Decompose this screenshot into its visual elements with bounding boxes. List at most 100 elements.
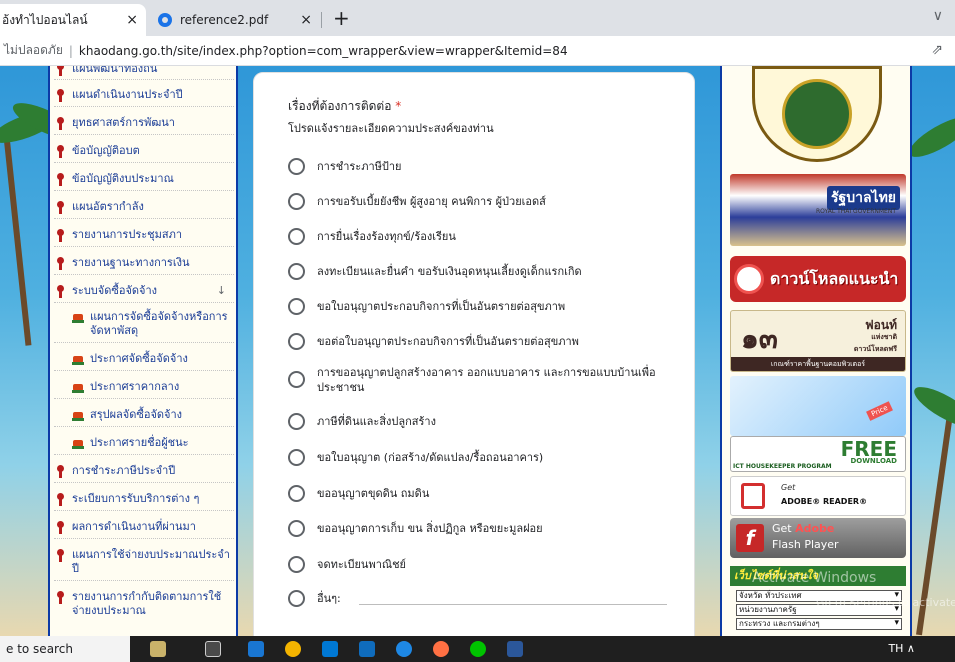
address-bar[interactable]: ไม่ปลอดภัย | khaodang.go.th/site/index.p… bbox=[0, 36, 955, 66]
firefox-icon[interactable] bbox=[433, 641, 449, 657]
menu-item[interactable]: ข้อบัญญัติอบต bbox=[54, 144, 234, 158]
menu-divider bbox=[54, 482, 234, 483]
expand-arrow-icon[interactable]: ↓ bbox=[217, 284, 226, 298]
tab-search-icon[interactable]: ∨ bbox=[933, 8, 943, 24]
font-sub1: แห่งชาติ bbox=[871, 333, 897, 341]
submenu-item[interactable]: ประกาศราคากลาง bbox=[72, 380, 236, 394]
radio-button[interactable] bbox=[288, 193, 305, 210]
menu-item[interactable]: แผนพัฒนาท้องถิ่น bbox=[54, 66, 234, 76]
system-tray[interactable]: TH ∧ bbox=[888, 636, 915, 662]
radio-option[interactable]: การชำระภาษีป้าย bbox=[288, 158, 402, 175]
submenu-item[interactable]: ประกาศจัดซื้อจัดจ้าง bbox=[72, 352, 236, 366]
radio-option[interactable]: ลงทะเบียนและยื่นคำ ขอรับเงินอุดหนุนเลี้ย… bbox=[288, 263, 582, 280]
submenu-item-label: ประกาศราคากลาง bbox=[90, 380, 180, 393]
file-explorer-icon[interactable] bbox=[248, 641, 264, 657]
radio-option[interactable]: ขออนุญาตขุดดิน ถมดิน bbox=[288, 485, 429, 502]
radio-button[interactable] bbox=[288, 485, 305, 502]
radio-option[interactable]: ขอใบอนุญาตประกอบกิจการที่เป็นอันตรายต่อส… bbox=[288, 298, 565, 315]
menu-item[interactable]: การชำระภาษีประจำปี bbox=[54, 464, 234, 478]
store-icon[interactable] bbox=[322, 641, 338, 657]
close-tab-icon[interactable]: × bbox=[300, 12, 312, 28]
tab-active[interactable]: อ้งทำไปออนไลน์ × bbox=[0, 4, 146, 36]
national-font-banner[interactable]: ๑๓ ฟอนท์ แห่งชาติ ดาวน์โหลดฟรี เกณฑ์ราคาพื… bbox=[730, 310, 906, 372]
menu-item[interactable]: แผนอัตรากำลัง bbox=[54, 200, 234, 214]
radio-button[interactable] bbox=[288, 590, 305, 607]
flash-player-banner[interactable]: f Get Adobe Flash Player bbox=[730, 518, 906, 558]
menu-item[interactable]: รายงานการกำกับติดตามการใช้จ่ายงบประมาณ bbox=[54, 590, 234, 618]
menu-divider bbox=[54, 302, 234, 303]
radio-option[interactable]: การยื่นเรื่องร้องทุกข์/ร้องเรียน bbox=[288, 228, 456, 245]
radio-option[interactable]: ขออนุญาตการเก็บ ขน สิ่งปฏิกูล หรือขยะมูล… bbox=[288, 520, 543, 537]
radio-button[interactable] bbox=[288, 263, 305, 280]
security-indicator[interactable]: ไม่ปลอดภัย bbox=[4, 41, 63, 60]
submenu-item[interactable]: แผนการจัดซื้อจัดจ้างหรือการจัดหาพัสดุ bbox=[72, 310, 236, 338]
menu-item-label: แผนการใช้จ่ายงบประมาณประจำปี bbox=[72, 548, 230, 575]
menu-item[interactable]: ผลการดำเนินงานที่ผ่านมา bbox=[54, 520, 234, 534]
radio-button[interactable] bbox=[288, 449, 305, 466]
menu-item[interactable]: รายงานฐานะทางการเงิน bbox=[54, 256, 234, 270]
radio-button[interactable] bbox=[288, 520, 305, 537]
radio-option[interactable]: การขอรับเบี้ยยังชีพ ผู้สูงอายุ คนพิการ ผ… bbox=[288, 193, 546, 210]
menu-item[interactable]: แผนดำเนินงานประจำปี bbox=[54, 88, 234, 102]
radio-option[interactable]: การขออนุญาตปลูกสร้างอาคาร ออกแบบอาคาร แล… bbox=[288, 365, 668, 395]
menu-item-procurement[interactable]: ระบบจัดซื้อจัดจ้าง ↓ bbox=[54, 284, 234, 298]
radio-option[interactable]: ขอต่อใบอนุญาตประกอบกิจการที่เป็นอันตรายต… bbox=[288, 333, 579, 350]
radio-button[interactable] bbox=[288, 556, 305, 573]
submenu-item[interactable]: ประกาศรายชื่อผู้ชนะ bbox=[72, 436, 236, 450]
close-tab-icon[interactable]: × bbox=[126, 12, 138, 28]
line-icon[interactable] bbox=[470, 641, 486, 657]
pin-icon bbox=[54, 549, 66, 562]
radio-option-other[interactable]: อื่นๆ: bbox=[288, 590, 667, 607]
menu-item[interactable]: แผนการใช้จ่ายงบประมาณประจำปี bbox=[54, 548, 234, 576]
font-title: ฟอนท์ แห่งชาติ ดาวน์โหลดฟรี bbox=[854, 319, 897, 355]
pin-icon bbox=[54, 229, 66, 242]
url-text[interactable]: khaodang.go.th/site/index.php?option=com… bbox=[79, 44, 568, 58]
radio-option[interactable]: ภาษีที่ดินและสิ่งปลูกสร้าง bbox=[288, 413, 436, 430]
taskbar-search[interactable]: e to search bbox=[0, 636, 130, 662]
radio-button[interactable] bbox=[288, 333, 305, 350]
computer-price-banner[interactable]: Price bbox=[730, 376, 906, 436]
tab-strip: อ้งทำไปออนไลน์ × reference2.pdf × + ∨ bbox=[0, 0, 955, 36]
menu-divider bbox=[54, 134, 234, 135]
menu-divider bbox=[54, 342, 234, 343]
form-card: เรื่องที่ต้องการติดต่อ * โปรดแจ้งรายละเอ… bbox=[253, 72, 695, 636]
share-icon[interactable]: ⇗ bbox=[931, 42, 943, 58]
thai-government-banner[interactable]: รัฐบาลไทย ROYAL THAI GOVERNMENT bbox=[730, 174, 906, 246]
radio-option[interactable]: ขอใบอนุญาต (ก่อสร้าง/ดัดแปลง/รื้อถอนอาคา… bbox=[288, 449, 544, 466]
palm-trunk bbox=[2, 126, 32, 346]
menu-item-label: การชำระภาษีประจำปี bbox=[72, 464, 176, 477]
menu-item[interactable]: ระเบียบการรับบริการต่าง ๆ bbox=[54, 492, 234, 506]
menu-item[interactable]: ยุทธศาสตร์การพัฒนา bbox=[54, 116, 234, 130]
radio-button[interactable] bbox=[288, 413, 305, 430]
other-text-input[interactable] bbox=[358, 591, 667, 605]
radio-button[interactable] bbox=[288, 158, 305, 175]
menu-item[interactable]: รายงานการประชุมสภา bbox=[54, 228, 234, 242]
edge-icon[interactable] bbox=[396, 641, 412, 657]
radio-option[interactable]: จดทะเบียนพาณิชย์ bbox=[288, 556, 406, 573]
option-label: การขอรับเบี้ยยังชีพ ผู้สูงอายุ คนพิการ ผ… bbox=[317, 195, 546, 208]
language-indicator[interactable]: TH bbox=[888, 642, 903, 655]
chrome-icon[interactable] bbox=[285, 641, 301, 657]
new-tab-button[interactable]: + bbox=[333, 6, 350, 30]
font-number: ๑๓ bbox=[741, 322, 778, 355]
menu-item-label: รายงานการประชุมสภา bbox=[72, 228, 182, 241]
ministry-select[interactable]: กระทรวง และกรมต่างๆ bbox=[736, 618, 902, 630]
submenu-item-label: ประกาศจัดซื้อจัดจ้าง bbox=[90, 352, 188, 365]
menu-divider bbox=[54, 510, 234, 511]
task-view-icon[interactable] bbox=[205, 641, 221, 657]
submenu-item[interactable]: สรุปผลจัดซื้อจัดจ้าง bbox=[72, 408, 236, 422]
adobe-reader-banner[interactable]: Get ADOBE® READER® bbox=[730, 476, 906, 516]
option-label: ขอใบอนุญาต (ก่อสร้าง/ดัดแปลง/รื้อถอนอาคา… bbox=[317, 451, 544, 464]
menu-item[interactable]: ข้อบัญญัติงบประมาณ bbox=[54, 172, 234, 186]
recommended-download-banner[interactable]: ดาวน์โหลดแนะนำ bbox=[730, 256, 906, 302]
mail-icon[interactable] bbox=[359, 641, 375, 657]
ict-housekeeper-banner[interactable]: FREE DOWNLOAD ICT HOUSEKEEPER PROGRAM bbox=[730, 436, 906, 472]
radio-button[interactable] bbox=[288, 371, 305, 388]
tab-pdf[interactable]: reference2.pdf × bbox=[150, 4, 320, 36]
word-icon[interactable] bbox=[507, 641, 523, 657]
menu-divider bbox=[54, 274, 234, 275]
radio-button[interactable] bbox=[288, 228, 305, 245]
download-icon bbox=[734, 264, 764, 294]
question-description: โปรดแจ้งรายละเอียดความประสงค์ของท่าน bbox=[288, 122, 494, 135]
radio-button[interactable] bbox=[288, 298, 305, 315]
